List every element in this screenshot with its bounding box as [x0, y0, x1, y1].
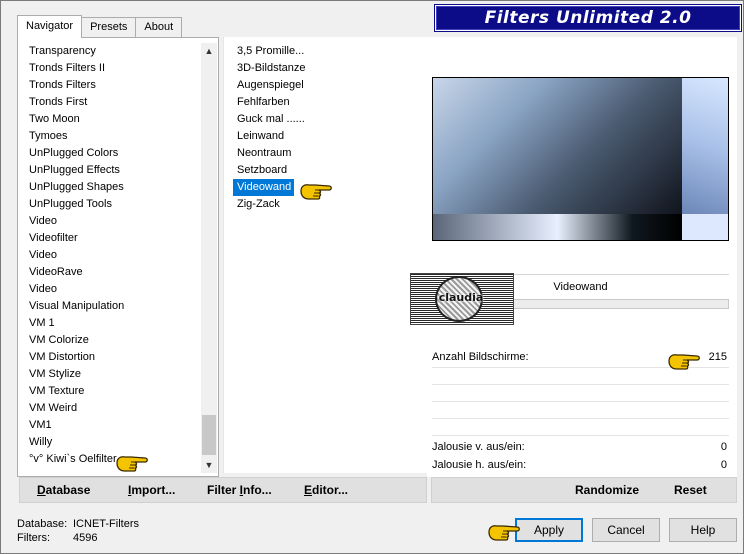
param-label: Anzahl Bildschirme: — [432, 351, 529, 363]
param-label: Jalousie v. aus/ein: — [432, 441, 525, 453]
apply-button[interactable]: Apply — [515, 518, 583, 542]
filter-item[interactable]: Leinwand — [233, 128, 413, 145]
import-button[interactable]: Import... — [128, 483, 175, 497]
pointing-hand-icon — [116, 456, 148, 472]
filter-info-button[interactable]: Filter Info... — [207, 483, 272, 497]
param-divider — [432, 435, 729, 436]
tab-presets[interactable]: Presets — [81, 17, 137, 38]
category-item[interactable]: VM Distortion — [23, 349, 201, 366]
category-item[interactable]: UnPlugged Effects — [23, 162, 201, 179]
category-item[interactable]: Videofilter — [23, 230, 201, 247]
category-item[interactable]: VM Stylize — [23, 366, 201, 383]
category-item[interactable]: UnPlugged Tools — [23, 196, 201, 213]
filter-item[interactable]: Videowand — [233, 179, 295, 196]
category-item[interactable]: Visual Manipulation — [23, 298, 201, 315]
tab-navigator[interactable]: Navigator — [17, 15, 83, 38]
filter-item[interactable]: Neontraum — [233, 145, 413, 162]
param-divider — [432, 418, 729, 419]
param-label: Jalousie h. aus/ein: — [432, 459, 527, 471]
pointing-hand-icon — [300, 184, 332, 200]
category-scrollbar[interactable]: ▲ ▼ — [201, 43, 217, 473]
param-divider — [432, 384, 729, 385]
category-item[interactable]: VM Weird — [23, 400, 201, 417]
bottom-toolbar-right: Randomize Reset — [431, 477, 737, 503]
status-filters-count: Filters: 4596 — [17, 532, 98, 544]
tab-about[interactable]: About — [135, 17, 183, 38]
category-item[interactable]: VM1 — [23, 417, 201, 434]
param-value[interactable]: 0 — [721, 457, 727, 474]
category-item[interactable]: Willy — [23, 434, 201, 451]
category-item[interactable]: Tronds First — [23, 94, 201, 111]
category-item[interactable]: Video — [23, 281, 201, 298]
category-item[interactable]: VM Colorize — [23, 332, 201, 349]
filter-item[interactable]: Guck mal ...... — [233, 111, 413, 128]
category-item[interactable]: Transparency — [23, 43, 201, 60]
param-divider — [432, 401, 729, 402]
scroll-down-arrow-icon[interactable]: ▼ — [201, 457, 217, 473]
window-title-banner: Filters Unlimited 2.0 — [435, 5, 741, 31]
stamp-text: claudia — [438, 291, 484, 304]
bottom-toolbar-left: Database Import... Filter Info... Editor… — [19, 477, 427, 503]
category-item[interactable]: °v° Kiwi`s Oelfilter — [23, 451, 201, 468]
filter-item[interactable]: 3D-Bildstanze — [233, 60, 413, 77]
category-item[interactable]: Tronds Filters II — [23, 60, 201, 77]
filter-item[interactable]: Augenspiegel — [233, 77, 413, 94]
database-button[interactable]: Database — [37, 483, 90, 497]
randomize-button[interactable]: Randomize — [575, 483, 639, 497]
category-list[interactable]: Transparency Tronds Filters II Tronds Filt… — [23, 43, 201, 473]
category-item[interactable]: Tronds Filters — [23, 77, 201, 94]
filter-item[interactable]: 3,5 Promille... — [233, 43, 413, 60]
filter-item[interactable]: Fehlfarben — [233, 94, 413, 111]
category-item[interactable]: VM 1 — [23, 315, 201, 332]
category-item[interactable]: Two Moon — [23, 111, 201, 128]
pointing-hand-icon — [668, 354, 700, 370]
param-jalousie-v[interactable]: Jalousie v. aus/ein: 0 — [432, 439, 729, 456]
param-jalousie-h[interactable]: Jalousie h. aus/ein: 0 — [432, 457, 729, 474]
help-button[interactable]: Help — [669, 518, 737, 542]
scroll-up-arrow-icon[interactable]: ▲ — [201, 43, 217, 59]
category-item[interactable]: Video — [23, 213, 201, 230]
reset-button[interactable]: Reset — [674, 483, 707, 497]
param-value[interactable]: 0 — [721, 439, 727, 456]
filter-item[interactable]: Setzboard — [233, 162, 413, 179]
preview-image — [432, 77, 729, 241]
category-item[interactable]: Tymoes — [23, 128, 201, 145]
scrollbar-thumb[interactable] — [202, 415, 216, 455]
category-item[interactable]: UnPlugged Shapes — [23, 179, 201, 196]
filters-unlimited-window: Filters Unlimited 2.0 Navigator Presets Ab… — [0, 0, 744, 554]
category-item[interactable]: VM Texture — [23, 383, 201, 400]
cancel-button[interactable]: Cancel — [592, 518, 660, 542]
tab-bar: Navigator Presets About — [17, 15, 183, 38]
status-database: Database: ICNET-Filters — [17, 518, 139, 530]
claudia-stamp-logo: claudia — [410, 273, 514, 325]
editor-button[interactable]: Editor... — [304, 483, 348, 497]
category-item[interactable]: VideoRave — [23, 264, 201, 281]
category-item[interactable]: Video — [23, 247, 201, 264]
category-item[interactable]: UnPlugged Colors — [23, 145, 201, 162]
param-value[interactable]: 215 — [709, 349, 727, 366]
pointing-hand-icon — [488, 525, 520, 541]
